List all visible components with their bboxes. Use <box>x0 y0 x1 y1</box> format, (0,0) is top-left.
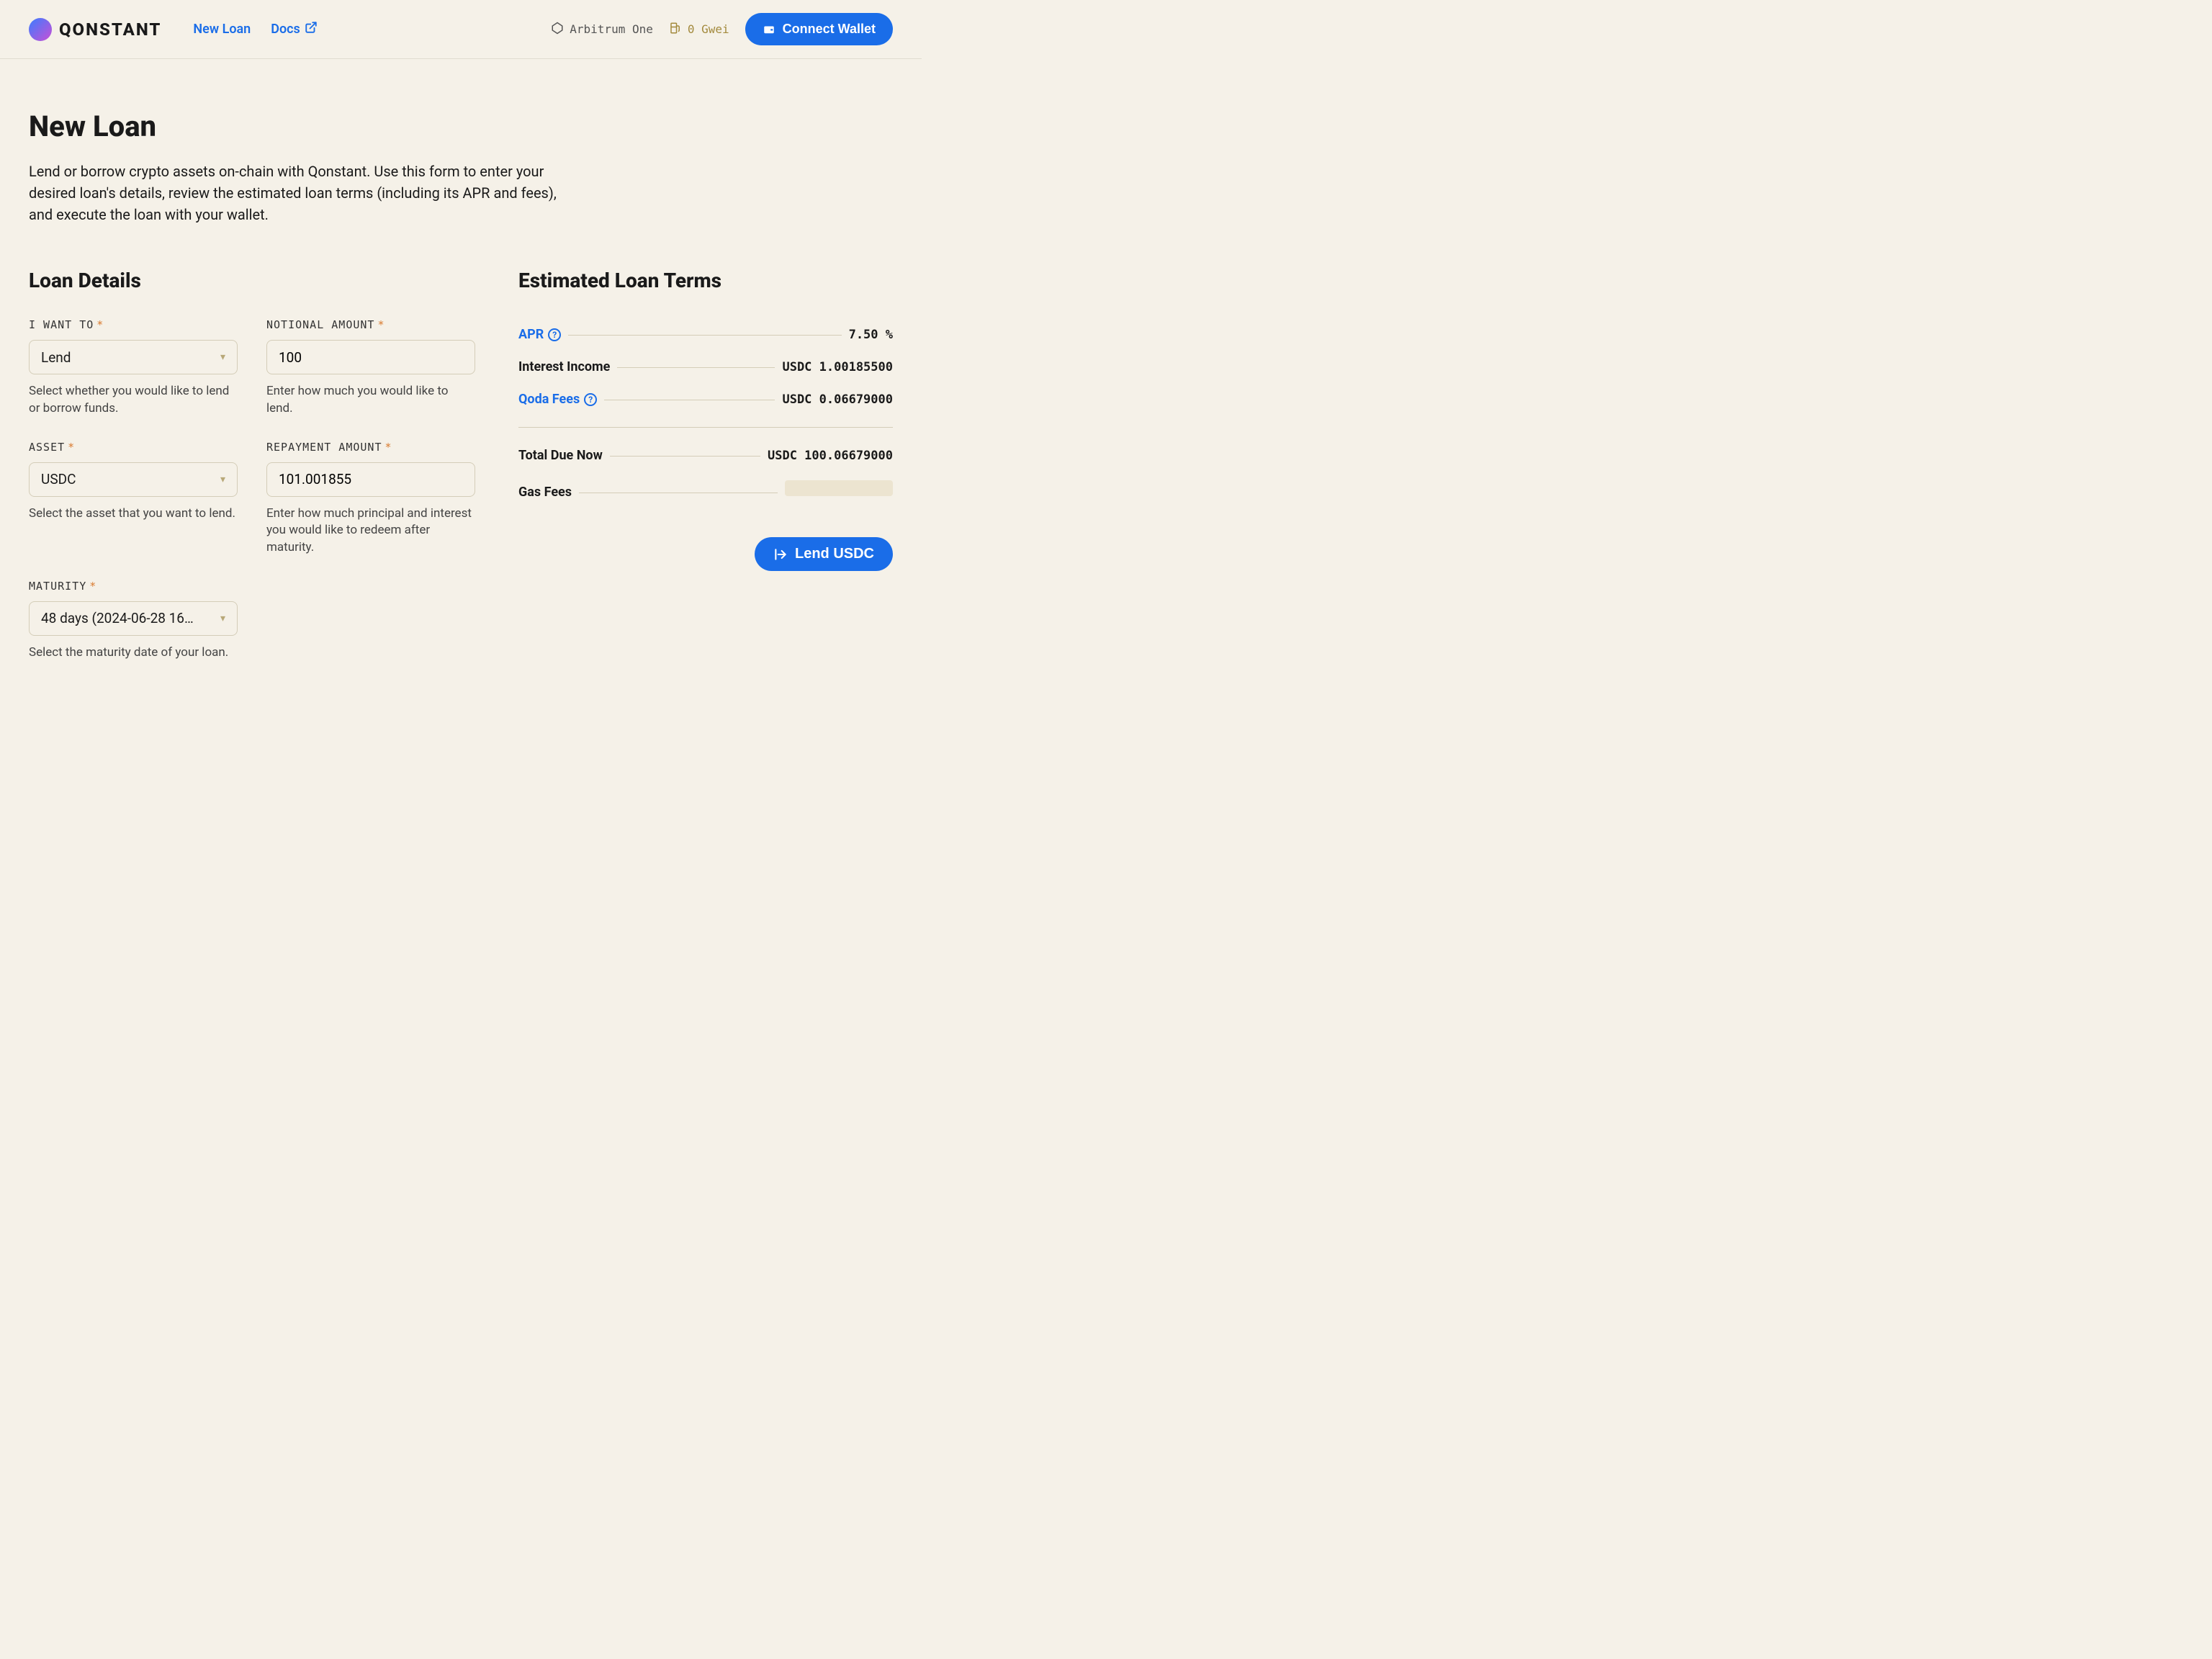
page-title: New Loan <box>29 109 893 143</box>
asset-label: ASSET* <box>29 441 238 454</box>
notional-input-wrap[interactable] <box>266 340 475 374</box>
maturity-label: MATURITY* <box>29 580 238 593</box>
connect-wallet-label: Connect Wallet <box>783 22 876 37</box>
repayment-label: REPAYMENT AMOUNT* <box>266 441 475 454</box>
asset-select[interactable]: USDC ▾ <box>29 462 238 497</box>
chain-name: Arbitrum One <box>570 22 653 36</box>
asset-help: Select the asset that you want to lend. <box>29 505 238 523</box>
nav-docs-label: Docs <box>271 22 300 37</box>
app-header: QONSTANT New Loan Docs Arbitrum One 0 Gw… <box>0 0 922 59</box>
total-value: USDC 100.06679000 <box>768 449 893 463</box>
row-divider <box>617 367 775 368</box>
maturity-value: 48 days (2024-06-28 16… <box>41 610 194 626</box>
total-label: Total Due Now <box>518 448 603 463</box>
field-maturity: MATURITY* 48 days (2024-06-28 16… ▾ Sele… <box>29 580 238 662</box>
chain-indicator[interactable]: Arbitrum One <box>551 22 653 37</box>
interest-value: USDC 1.00185500 <box>782 360 893 374</box>
field-notional: NOTIONAL AMOUNT* Enter how much you woul… <box>266 318 475 418</box>
lend-button[interactable]: Lend USDC <box>755 537 893 571</box>
repayment-input-wrap[interactable] <box>266 462 475 497</box>
notional-input[interactable] <box>279 349 463 366</box>
gas-value: 0 Gwei <box>688 22 729 36</box>
gas-fees-loading <box>785 480 893 496</box>
nav-docs[interactable]: Docs <box>271 21 318 37</box>
help-icon[interactable]: ? <box>584 393 597 406</box>
maturity-help: Select the maturity date of your loan. <box>29 644 238 662</box>
i-want-to-value: Lend <box>41 349 71 366</box>
chevron-down-icon: ▾ <box>220 351 225 363</box>
chain-icon <box>551 22 564 37</box>
nav-links: New Loan Docs <box>193 21 317 37</box>
repayment-help: Enter how much principal and interest yo… <box>266 505 475 557</box>
terms-fees-row: Qoda Fees? USDC 0.06679000 <box>518 383 893 415</box>
interest-label: Interest Income <box>518 359 610 374</box>
terms-gas-row: Gas Fees <box>518 472 893 508</box>
loan-details-title: Loan Details <box>29 269 475 292</box>
loan-terms-section: Estimated Loan Terms APR? 7.50 % Interes… <box>518 269 893 662</box>
loan-details-section: Loan Details I WANT TO* Lend ▾ Select wh… <box>29 269 475 662</box>
field-i-want-to: I WANT TO* Lend ▾ Select whether you wou… <box>29 318 238 418</box>
gas-pump-icon <box>669 22 682 37</box>
page-content: New Loan Lend or borrow crypto assets on… <box>0 59 922 691</box>
gas-fees-label: Gas Fees <box>518 485 572 500</box>
terms-interest-row: Interest Income USDC 1.00185500 <box>518 351 893 383</box>
logo[interactable]: QONSTANT <box>29 18 161 41</box>
help-icon[interactable]: ? <box>548 328 561 341</box>
chevron-down-icon: ▾ <box>220 613 225 624</box>
asset-value: USDC <box>41 471 76 487</box>
nav-new-loan-label: New Loan <box>193 22 251 37</box>
i-want-to-select[interactable]: Lend ▾ <box>29 340 238 374</box>
notional-label: NOTIONAL AMOUNT* <box>266 318 475 331</box>
i-want-to-label: I WANT TO* <box>29 318 238 331</box>
arrow-right-icon <box>773 547 788 562</box>
page-description: Lend or borrow crypto assets on-chain wi… <box>29 161 583 225</box>
action-wrap: Lend USDC <box>518 537 893 571</box>
field-repayment: REPAYMENT AMOUNT* Enter how much princip… <box>266 441 475 557</box>
i-want-to-help: Select whether you would like to lend or… <box>29 383 238 418</box>
terms-apr-row: APR? 7.50 % <box>518 318 893 351</box>
nav-new-loan[interactable]: New Loan <box>193 21 251 37</box>
connect-wallet-button[interactable]: Connect Wallet <box>745 13 893 45</box>
terms-total-row: Total Due Now USDC 100.06679000 <box>518 439 893 472</box>
fees-value: USDC 0.06679000 <box>782 392 893 407</box>
fees-label[interactable]: Qoda Fees? <box>518 392 597 407</box>
apr-label[interactable]: APR? <box>518 327 561 342</box>
repayment-input[interactable] <box>279 471 463 487</box>
header-right: Arbitrum One 0 Gwei Connect Wallet <box>551 13 893 45</box>
notional-help: Enter how much you would like to lend. <box>266 383 475 418</box>
loan-form: I WANT TO* Lend ▾ Select whether you wou… <box>29 318 475 662</box>
main-columns: Loan Details I WANT TO* Lend ▾ Select wh… <box>29 269 893 662</box>
wallet-icon <box>763 23 775 36</box>
chevron-down-icon: ▾ <box>220 474 225 485</box>
row-divider <box>568 335 841 336</box>
loan-terms-title: Estimated Loan Terms <box>518 269 893 292</box>
terms-divider <box>518 427 893 428</box>
field-asset: ASSET* USDC ▾ Select the asset that you … <box>29 441 238 557</box>
logo-text: QONSTANT <box>59 19 161 40</box>
lend-button-label: Lend USDC <box>795 546 874 562</box>
row-divider <box>610 456 760 457</box>
logo-icon <box>29 18 52 41</box>
maturity-select[interactable]: 48 days (2024-06-28 16… ▾ <box>29 601 238 636</box>
apr-value: 7.50 % <box>849 328 893 342</box>
external-link-icon <box>305 21 318 37</box>
gas-indicator[interactable]: 0 Gwei <box>669 22 729 37</box>
